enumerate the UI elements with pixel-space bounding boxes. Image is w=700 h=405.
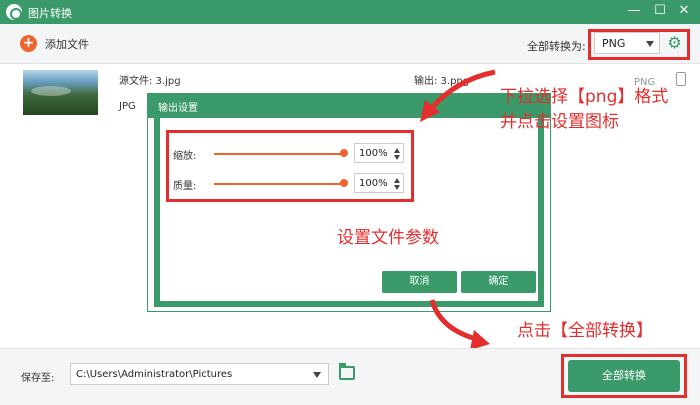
save-path-dropdown[interactable]: C:\Users\Administrator\Pictures [70,363,329,385]
bottom-bar: 保存至: C:\Users\Administrator\Pictures 全部转… [0,348,700,405]
convert-all-button[interactable]: 全部转换 [568,360,680,392]
arrow-to-convert [429,299,481,343]
chevron-down-icon [313,372,321,378]
format-annotation-line2: 并点击设置图标 [500,112,619,132]
folder-icon[interactable] [339,363,355,380]
format-annotation: 下拉选择【png】格式 并点击设置图标 [500,85,668,135]
arrow-head-convert [470,330,490,350]
save-to-label: 保存至: [21,373,55,384]
arrow-to-dialog [428,69,496,112]
convert-annotation: 点击【全部转换】 [517,321,653,341]
format-annotation-line1: 下拉选择【png】格式 [500,87,669,107]
save-path-value: C:\Users\Administrator\Pictures [76,369,233,380]
annotation-arrows [420,69,496,350]
